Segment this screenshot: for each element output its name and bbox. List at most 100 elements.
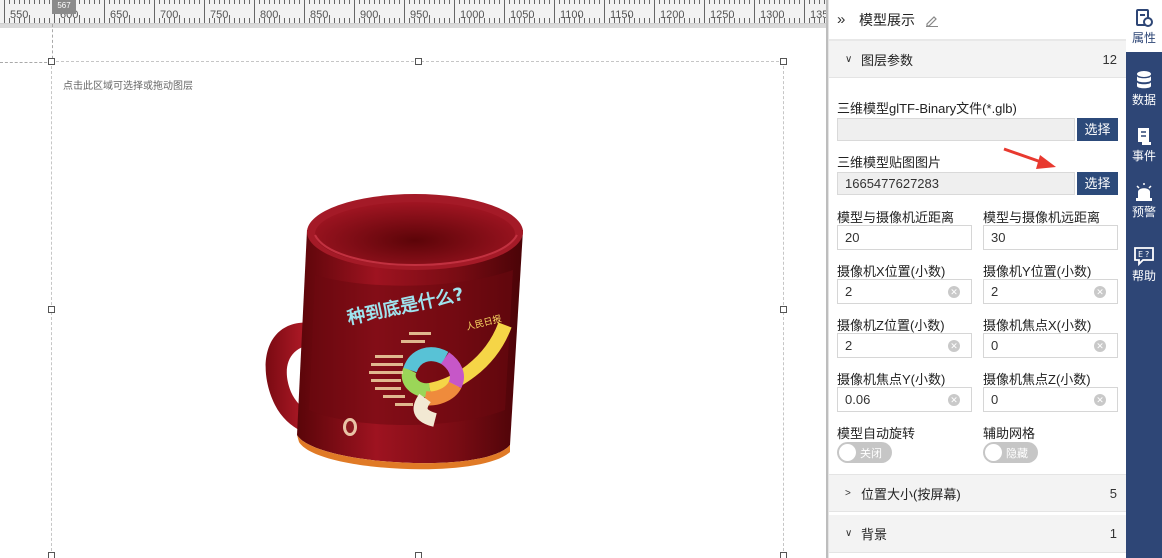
ruler-minor-tick xyxy=(644,18,645,23)
ruler-minor-tick xyxy=(439,18,440,23)
clear-icon[interactable]: ✕ xyxy=(1094,286,1106,298)
clear-icon[interactable]: ✕ xyxy=(1094,340,1106,352)
chevron-right-icon: > xyxy=(845,487,851,499)
ruler-minor-tick xyxy=(739,18,740,23)
ruler-top-tick xyxy=(474,0,475,4)
ruler-top-tick xyxy=(704,0,705,22)
near-distance-input[interactable]: 20 xyxy=(837,225,972,250)
focus-x-input[interactable]: 0 ✕ xyxy=(983,333,1118,358)
ruler-minor-tick xyxy=(564,18,565,23)
section-background[interactable]: ∨ 背景 1 xyxy=(829,515,1126,553)
resize-handle-br[interactable] xyxy=(780,552,787,558)
ruler-top-tick xyxy=(344,0,345,4)
camera-y-input[interactable]: 2 ✕ xyxy=(983,279,1118,304)
ruler-minor-tick xyxy=(224,18,225,23)
collapse-panel-icon[interactable]: » xyxy=(837,11,853,28)
ruler-top-tick xyxy=(154,0,155,22)
ruler-minor-tick xyxy=(89,18,90,23)
ruler-top-tick xyxy=(419,0,420,4)
ruler-top-tick xyxy=(284,0,285,4)
right-tool-bar: 属性 数据 事件 预警 E ? 帮助 xyxy=(1126,0,1162,558)
ruler-minor-tick xyxy=(809,18,810,23)
svg-text:E: E xyxy=(1138,250,1143,259)
glb-select-button[interactable]: 选择 xyxy=(1077,118,1118,141)
help-icon: E ? xyxy=(1134,247,1154,266)
ruler-top-tick xyxy=(674,0,675,4)
resize-handle-tl[interactable] xyxy=(48,58,55,65)
ruler-top-tick xyxy=(144,0,145,4)
edit-title-icon[interactable] xyxy=(925,13,939,27)
ruler-top-tick xyxy=(794,0,795,4)
ruler-top-tick xyxy=(119,0,120,4)
ruler-top-tick xyxy=(729,0,730,4)
ruler-minor-tick xyxy=(599,18,600,23)
ruler-top-tick xyxy=(294,0,295,4)
ruler-top-tick xyxy=(584,0,585,4)
resize-handle-bl[interactable] xyxy=(48,552,55,558)
ruler-top-tick xyxy=(194,0,195,4)
ruler-minor-tick xyxy=(719,18,720,23)
camera-z-input[interactable]: 2 ✕ xyxy=(837,333,972,358)
ruler-top-tick xyxy=(554,0,555,22)
sidebar-item-event[interactable]: 事件 xyxy=(1126,118,1162,170)
grid-toggle[interactable]: 隐藏 xyxy=(983,442,1038,463)
clear-icon[interactable]: ✕ xyxy=(948,286,960,298)
ruler-minor-tick xyxy=(59,18,60,23)
sidebar-item-alarm[interactable]: 预警 xyxy=(1126,174,1162,226)
ruler-top-tick xyxy=(824,0,825,4)
ruler-minor-tick xyxy=(184,18,185,23)
mug-3d-model[interactable]: 种到底是什么? 人民日报 xyxy=(255,180,535,480)
sidebar-item-data[interactable]: 数据 xyxy=(1126,62,1162,114)
focus-y-input[interactable]: 0.06 ✕ xyxy=(837,387,972,412)
clear-icon[interactable]: ✕ xyxy=(948,340,960,352)
ruler-minor-tick xyxy=(764,18,765,23)
section-layer-params[interactable]: ∨ 图层参数 12 xyxy=(829,40,1126,78)
sidebar-item-properties[interactable]: 属性 xyxy=(1126,0,1162,52)
ruler-top-tick xyxy=(629,0,630,4)
camera-x-input[interactable]: 2 ✕ xyxy=(837,279,972,304)
ruler-minor-tick xyxy=(814,18,815,23)
ruler-minor-tick xyxy=(189,18,190,23)
ruler-minor-tick xyxy=(199,18,200,23)
design-canvas[interactable]: 550 600 650 700 750 800 850 900 950 1000 1050 1100 1… xyxy=(0,0,827,558)
texture-input[interactable]: 1665477627283 xyxy=(837,172,1075,195)
ruler-minor-tick xyxy=(349,18,350,23)
auto-rotate-toggle[interactable]: 关闭 xyxy=(837,442,892,463)
ruler-minor-tick xyxy=(384,18,385,23)
ruler-top-tick xyxy=(624,0,625,4)
section-label: 图层参数 xyxy=(861,52,914,68)
layer-params-body: 三维模型glTF-Binary文件(*.glb) 选择 三维模型贴图图片 166… xyxy=(829,78,1126,474)
section-count: 12 xyxy=(1102,51,1117,67)
focus-z-input[interactable]: 0 ✕ xyxy=(983,387,1118,412)
resize-handle-ml[interactable] xyxy=(48,306,55,313)
camera-z-value: 2 xyxy=(845,338,853,353)
ruler-minor-tick xyxy=(29,15,30,23)
ruler-top-tick xyxy=(579,0,580,4)
resize-handle-bm[interactable] xyxy=(415,552,422,558)
ruler-minor-tick xyxy=(94,18,95,23)
clear-icon[interactable]: ✕ xyxy=(1094,394,1106,406)
section-position-size[interactable]: > 位置大小(按屏幕) 5 xyxy=(829,474,1126,512)
ruler-top-tick xyxy=(244,0,245,4)
ruler-minor-tick xyxy=(399,18,400,23)
texture-select-button[interactable]: 选择 xyxy=(1077,172,1118,195)
ruler-minor-tick xyxy=(49,18,50,23)
ruler-top-tick xyxy=(444,0,445,4)
ruler-minor-tick xyxy=(459,18,460,23)
glb-file-input[interactable] xyxy=(837,118,1075,141)
ruler-top-tick xyxy=(34,0,35,4)
ruler-minor-tick xyxy=(634,18,635,23)
resize-handle-tr[interactable] xyxy=(780,58,787,65)
far-distance-input[interactable]: 30 xyxy=(983,225,1118,250)
ruler-top-tick xyxy=(449,0,450,4)
ruler-minor-tick xyxy=(434,18,435,23)
sidebar-item-label: 数据 xyxy=(1131,93,1156,107)
sidebar-item-help[interactable]: E ? 帮助 xyxy=(1126,238,1162,290)
resize-handle-tm[interactable] xyxy=(415,58,422,65)
resize-handle-mr[interactable] xyxy=(780,306,787,313)
ruler-minor-tick xyxy=(494,18,495,23)
ruler-top-tick xyxy=(89,0,90,4)
clear-icon[interactable]: ✕ xyxy=(948,394,960,406)
section-count: 5 xyxy=(1109,485,1117,501)
ruler-top-tick xyxy=(524,0,525,4)
